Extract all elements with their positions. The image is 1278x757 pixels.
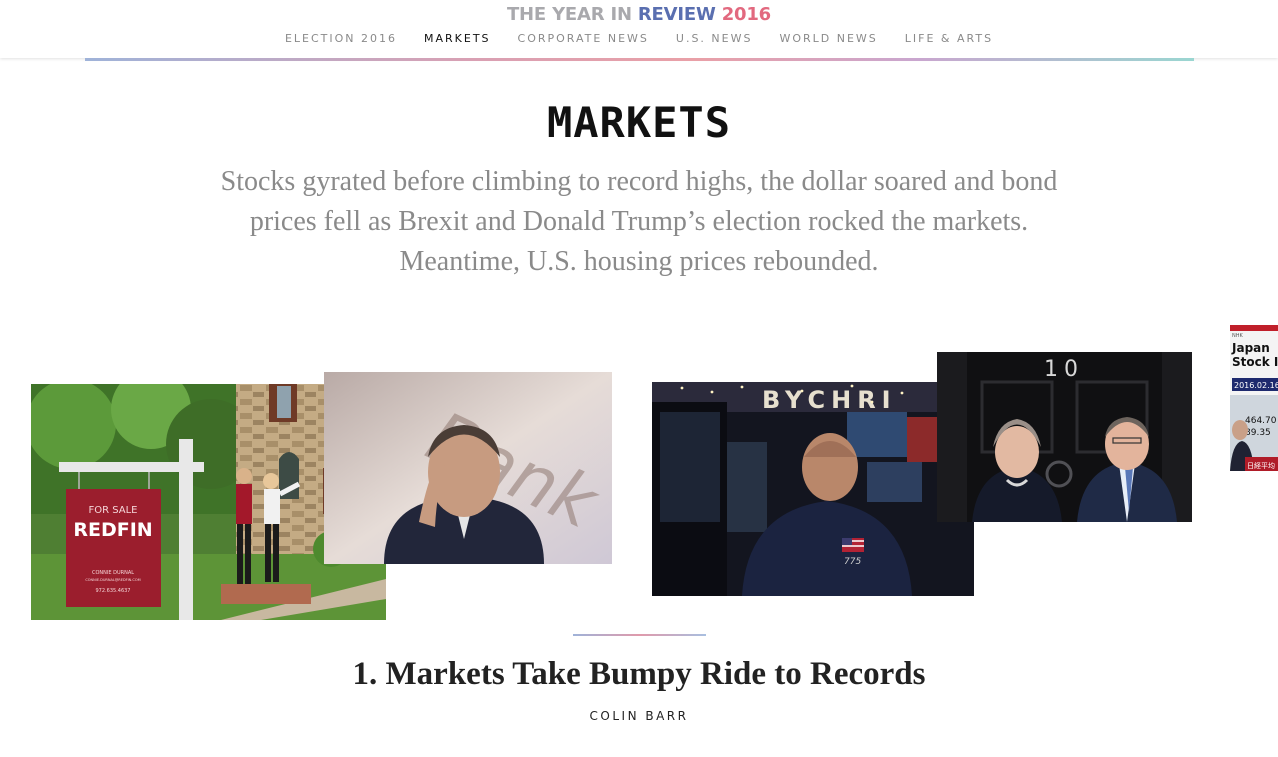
trader-image: BYCHRI 775	[652, 382, 974, 596]
article-byline: COLIN BARR	[589, 709, 689, 723]
top-navigation-bar: THE YEAR IN REVIEW 2016 ELECTION 2016 MA…	[0, 0, 1278, 58]
site-logo[interactable]: THE YEAR IN REVIEW 2016	[0, 4, 1278, 25]
logo-part-3: 2016	[715, 4, 772, 25]
photo-downing-street[interactable]: 10	[937, 352, 1192, 522]
logo-part-1: THE YEAR IN	[506, 4, 638, 25]
japan-val1: 464.70	[1245, 416, 1277, 426]
sign-for-sale: FOR SALE	[88, 505, 137, 516]
nav-item-us-news[interactable]: U.S. NEWS	[676, 32, 753, 45]
japan-date: 2016.02.16	[1234, 381, 1278, 390]
photo-central-banker[interactable]: Bank	[324, 372, 612, 564]
header-gradient-divider	[85, 58, 1194, 61]
sign-site: CONNIE.DURNAL@REDFIN.COM	[85, 578, 140, 582]
japan-line2: Stock I	[1232, 355, 1278, 369]
banker-image: Bank	[324, 372, 612, 564]
article-divider	[573, 634, 706, 636]
section-title: MARKETS	[546, 98, 731, 147]
sign-agent: CONNIE DURNAL	[92, 570, 134, 576]
nav-item-election-2016[interactable]: ELECTION 2016	[285, 32, 397, 45]
trader-badge-number: 775	[844, 557, 861, 567]
door-number: 10	[1044, 357, 1084, 382]
photo-japan-stock-board[interactable]: NHK Japan Stock I 2016.02.16 464.70 89.3…	[1230, 325, 1278, 471]
photo-nyse-trader[interactable]: BYCHRI 775	[652, 382, 974, 596]
downing-street-image: 10	[937, 352, 1192, 522]
japan-board-image: NHK Japan Stock I 2016.02.16 464.70 89.3…	[1230, 325, 1278, 471]
nav-item-world-news[interactable]: WORLD NEWS	[779, 32, 877, 45]
nav-item-corporate-news[interactable]: CORPORATE NEWS	[518, 32, 649, 45]
japan-label-top: NHK	[1232, 333, 1244, 339]
section-nav: ELECTION 2016 MARKETS CORPORATE NEWS U.S…	[0, 32, 1278, 45]
nav-item-markets[interactable]: MARKETS	[424, 32, 491, 45]
japan-val2: 89.35	[1245, 428, 1271, 438]
japan-foot: 日経平均	[1247, 461, 1275, 470]
nav-item-life-arts[interactable]: LIFE & ARTS	[905, 32, 993, 45]
japan-line1: Japan	[1231, 341, 1270, 355]
sign-phone: 972.635.4637	[96, 588, 131, 594]
section-dek: Stocks gyrated before climbing to record…	[220, 166, 1058, 277]
sign-redfin: REDFIN	[73, 519, 152, 541]
article-headline[interactable]: 1. Markets Take Bumpy Ride to Records	[0, 656, 1278, 693]
logo-part-2: REVIEW	[637, 4, 716, 25]
trader-sign-text: BYCHRI	[762, 386, 897, 414]
